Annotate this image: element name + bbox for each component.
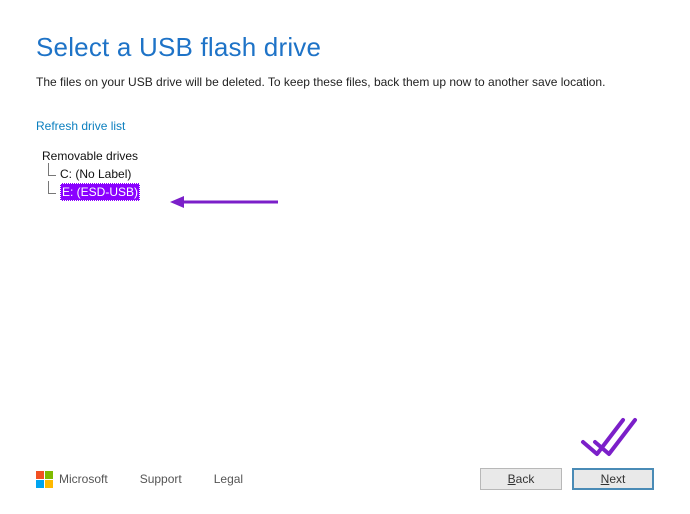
drive-item[interactable]: C: (No Label) [44, 165, 654, 183]
drive-item-label-selected: E: (ESD-USB) [60, 183, 140, 201]
next-rest: ext [609, 472, 625, 486]
microsoft-logo: Microsoft [36, 471, 108, 488]
footer-left: Microsoft Support Legal [36, 471, 243, 488]
page-subtitle: The files on your USB drive will be dele… [36, 75, 654, 89]
back-underline: B [508, 472, 516, 486]
tree-branch-icon [44, 185, 58, 199]
brand-label: Microsoft [59, 472, 108, 486]
refresh-drive-list-link[interactable]: Refresh drive list [36, 119, 125, 133]
page-title: Select a USB flash drive [36, 32, 654, 63]
support-link[interactable]: Support [140, 472, 182, 486]
microsoft-logo-icon [36, 471, 53, 488]
drive-item-label: C: (No Label) [60, 165, 131, 183]
drive-tree: Removable drives C: (No Label) E: (ESD-U… [36, 147, 654, 201]
tree-branch-icon [44, 167, 58, 181]
back-rest: ack [516, 472, 535, 486]
drive-item[interactable]: E: (ESD-USB) [44, 183, 654, 201]
next-button[interactable]: Next [572, 468, 654, 490]
footer: Microsoft Support Legal Back Next [36, 468, 654, 490]
footer-buttons: Back Next [480, 468, 654, 490]
back-button[interactable]: Back [480, 468, 562, 490]
annotation-checkmarks-icon [579, 412, 639, 462]
legal-link[interactable]: Legal [214, 472, 243, 486]
tree-root-label: Removable drives [42, 147, 654, 165]
